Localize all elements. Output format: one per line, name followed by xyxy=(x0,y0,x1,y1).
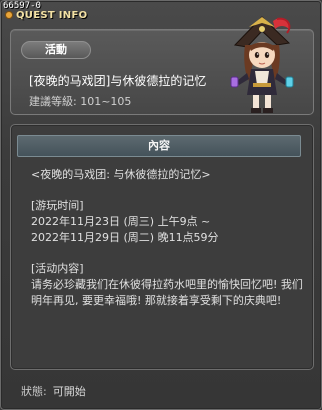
play-time-label: [游玩时间] xyxy=(31,199,84,212)
category-badge: 活動 xyxy=(21,41,91,59)
content-heading: 內容 xyxy=(17,135,301,157)
play-time-start: 2022年11月23日 (周三) 上午9点 ~ xyxy=(31,215,211,228)
quest-badge-icon xyxy=(5,11,13,19)
status-value: 可開始 xyxy=(52,385,86,398)
window-title: QUEST INFO xyxy=(5,10,87,21)
quest-status: 狀態: 可開始 xyxy=(21,383,86,399)
content-subtitle: <夜晚的马戏团: 与休彼德拉的记忆> xyxy=(31,168,211,181)
status-label: 狀態: xyxy=(21,385,47,398)
activity-text: 请务必珍藏我们在休彼得拉药水吧里的愉快回忆吧! 我们明年再见, 要更幸福哦! 那… xyxy=(31,278,303,307)
character-portrait xyxy=(230,16,294,113)
content-panel: 內容 <夜晚的马戏团: 与休彼德拉的记忆> [游玩时间] 2022年11月23日… xyxy=(10,124,314,370)
quest-title: [夜晚的马戏团]与休彼德拉的记忆 xyxy=(29,74,207,88)
activity-label: [活动内容] xyxy=(31,262,84,275)
content-body: <夜晚的马戏团: 与休彼德拉的记忆> [游玩时间] 2022年11月23日 (周… xyxy=(31,167,309,309)
play-time-end: 2022年11月29日 (周二) 晚11点59分 xyxy=(31,231,219,244)
window-title-text: QUEST INFO xyxy=(16,10,88,21)
quest-info-window: 66597-0 QUEST INFO 活動 [夜晚的马戏团]与休彼德拉的记忆 建… xyxy=(0,0,322,410)
recommended-level: 建議等級: 101~105 xyxy=(29,95,132,108)
